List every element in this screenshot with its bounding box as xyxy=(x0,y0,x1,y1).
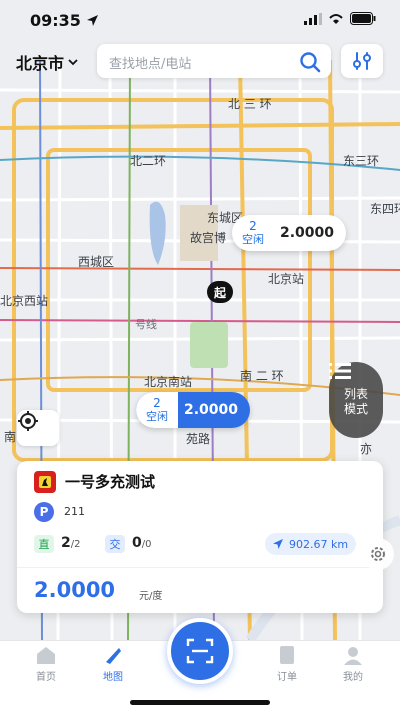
gear-icon xyxy=(371,547,385,561)
distance-navigate-button[interactable]: 902.67 km xyxy=(265,533,357,555)
list-mode-button[interactable]: 列表 模式 xyxy=(329,362,383,438)
pin-price: 2.0000 xyxy=(280,225,335,241)
map-label-beijing-south: 北京南站 xyxy=(144,375,193,389)
scan-qr-icon xyxy=(186,638,214,664)
dc-available: 2 xyxy=(61,535,71,551)
price-unit: 元/度 xyxy=(139,591,163,602)
dc-total: /2 xyxy=(70,539,81,550)
map-label-xicheng: 西城区 xyxy=(78,255,115,269)
map-label: 亦 xyxy=(360,442,373,456)
home-icon xyxy=(37,647,55,664)
user-icon xyxy=(344,647,362,665)
parking-icon: P xyxy=(34,502,54,522)
map-label-north-2nd-ring: 北二环 xyxy=(130,154,167,168)
station-pin[interactable]: 2 空闲 2.0000 xyxy=(232,215,347,251)
scan-button[interactable] xyxy=(167,618,233,684)
status-time: 09:35 xyxy=(30,11,81,30)
ac-badge: 交 xyxy=(105,535,125,553)
map-label-south-2nd-ring: 南 二 环 xyxy=(240,369,284,383)
status-bar: 09:35 xyxy=(0,0,400,40)
tab-orders-label: 订单 xyxy=(277,672,297,683)
list-icon xyxy=(329,363,351,379)
filter-button[interactable] xyxy=(341,44,383,78)
tab-mine[interactable]: 我的 xyxy=(323,645,383,685)
map-label-east-3rd-ring: 东三环 xyxy=(343,154,380,168)
map-label-palace: 故宫博 xyxy=(190,231,227,245)
map-label: 苑路 xyxy=(186,432,211,446)
list-mode-label-1: 列表 xyxy=(343,387,368,401)
locate-button[interactable] xyxy=(17,410,59,446)
map-label-line: 号线 xyxy=(135,318,157,331)
battery-icon xyxy=(350,12,376,25)
orders-icon xyxy=(280,646,294,664)
horse-logo-icon xyxy=(39,476,51,488)
map-label-beijing-station: 北京站 xyxy=(268,272,305,286)
city-selector[interactable]: 北京市 xyxy=(16,50,78,74)
station-price: 2.0000 xyxy=(34,578,116,602)
pin-status: 空闲 xyxy=(146,410,168,423)
tab-home-label: 首页 xyxy=(36,672,56,683)
map-label: 南 xyxy=(4,430,17,444)
signal-icon xyxy=(304,12,322,25)
pin-availability: 2 空闲 xyxy=(136,392,178,428)
station-brand-logo xyxy=(34,471,56,493)
distance-value: 902.67 km xyxy=(289,537,349,551)
location-arrow-icon xyxy=(87,15,98,26)
wifi-icon xyxy=(329,13,343,24)
start-point-marker[interactable]: 起 xyxy=(207,281,233,303)
ac-available: 0 xyxy=(132,535,142,551)
list-mode-label-2: 模式 xyxy=(343,402,368,416)
map-label: 东四环 xyxy=(370,202,400,216)
pin-status: 空闲 xyxy=(242,233,264,246)
pin-availability: 2 空闲 xyxy=(232,215,274,251)
ac-total: /0 xyxy=(141,539,152,550)
search-placeholder: 查找地点/电站 xyxy=(109,57,192,72)
dc-availability: 2/2 xyxy=(61,535,80,551)
top-bar: 北京市 查找地点/电站 xyxy=(0,44,400,80)
map-pin-icon xyxy=(106,648,121,664)
pin-price: 2.0000 xyxy=(184,402,239,418)
pin-count: 2 xyxy=(153,396,161,410)
crosshair-icon xyxy=(18,411,38,431)
tab-map-label: 地图 xyxy=(103,672,123,683)
tab-orders[interactable]: 订单 xyxy=(257,645,317,685)
search-icon[interactable] xyxy=(299,51,321,73)
dc-badge: 直 xyxy=(34,535,54,553)
search-input[interactable]: 查找地点/电站 xyxy=(97,44,331,78)
pin-count: 2 xyxy=(249,219,257,233)
navigation-arrow-icon xyxy=(273,539,283,549)
city-name: 北京市 xyxy=(16,54,65,73)
station-pin-selected[interactable]: 2 空闲 2.0000 xyxy=(136,392,251,428)
map-label-north-3rd-ring: 北 三 环 xyxy=(228,97,272,111)
station-card[interactable]: 一号多充测试 P 211 直 2/2 交 0/0 902.67 km 2.000… xyxy=(17,461,383,613)
tab-home[interactable]: 首页 xyxy=(16,645,76,685)
map-label-beijing-west: 北京西站 xyxy=(0,294,49,308)
filter-sliders-icon xyxy=(353,52,371,70)
tab-map[interactable]: 地图 xyxy=(83,645,143,685)
ac-availability: 0/0 xyxy=(132,535,151,551)
station-name: 一号多充测试 xyxy=(65,473,156,491)
chevron-down-icon xyxy=(68,58,78,65)
parking-info: 211 xyxy=(64,505,85,518)
home-indicator xyxy=(130,700,270,705)
card-divider xyxy=(17,567,383,568)
tab-mine-label: 我的 xyxy=(343,672,363,683)
settings-float-button[interactable] xyxy=(362,538,394,570)
